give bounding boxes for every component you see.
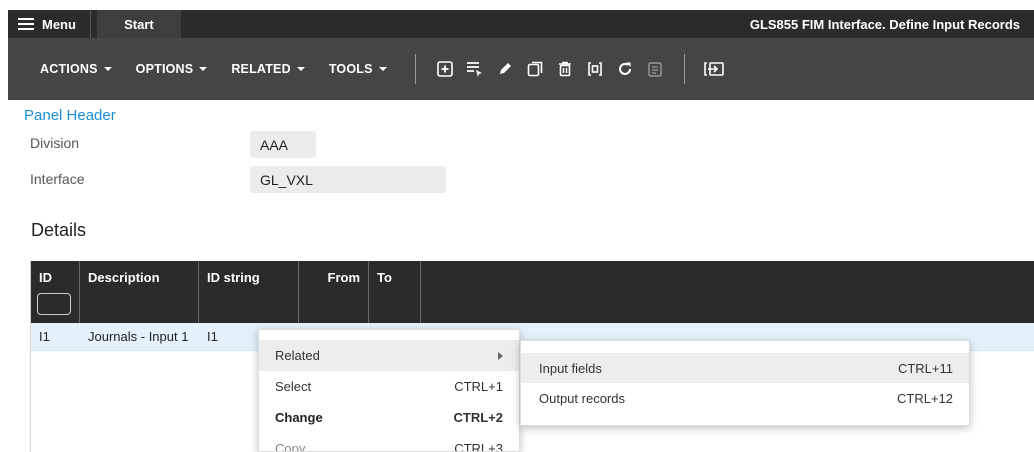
close-panel-icon[interactable]: [699, 54, 729, 84]
chevron-down-icon: [103, 67, 112, 71]
toolbar-divider: [683, 54, 685, 84]
related-menu[interactable]: RELATED: [231, 62, 305, 76]
menu-item-copy[interactable]: Copy CTRL+3: [259, 433, 519, 451]
tab-start[interactable]: Start: [96, 10, 181, 38]
add-icon[interactable]: [430, 54, 460, 84]
column-header-id[interactable]: ID: [31, 261, 80, 323]
interface-field: GL_VXL: [250, 166, 446, 193]
edit-pencil-icon[interactable]: [490, 54, 520, 84]
chevron-down-icon: [378, 67, 387, 71]
column-header-from[interactable]: From: [299, 261, 369, 323]
options-menu[interactable]: OPTIONS: [136, 62, 208, 76]
toolbar-divider: [414, 54, 416, 84]
toolbar: ACTIONS OPTIONS RELATED TOOLS: [8, 38, 1034, 100]
actions-menu[interactable]: ACTIONS: [40, 62, 112, 76]
window-title: GLS855 FIM Interface. Define Input Recor…: [749, 16, 1020, 32]
chevron-down-icon: [199, 67, 208, 71]
top-bar: Menu Start GLS855 FIM Interface. Define …: [8, 10, 1034, 38]
cell-id: I1: [39, 329, 50, 344]
column-header-to[interactable]: To: [369, 261, 421, 323]
menu-label: Menu: [42, 16, 76, 32]
menu-item-output-records[interactable]: Output records CTRL+12: [521, 383, 969, 413]
panel-header-link[interactable]: Panel Header: [24, 107, 116, 124]
delete-icon[interactable]: [550, 54, 580, 84]
copy-icon[interactable]: [520, 54, 550, 84]
hamburger-icon: [18, 18, 34, 30]
menu-item-select[interactable]: Select CTRL+1: [259, 371, 519, 402]
menu-button[interactable]: Menu: [8, 10, 91, 38]
display-icon[interactable]: [580, 54, 610, 84]
column-header-description[interactable]: Description: [80, 261, 199, 323]
notes-icon[interactable]: [640, 54, 670, 84]
related-submenu: Input fields CTRL+11 Output records CTRL…: [520, 340, 970, 426]
context-menu: Related Select CTRL+1 Change CTRL+2 Copy…: [258, 329, 520, 452]
grid-header: ID Description ID string From To: [31, 261, 1034, 323]
select-list-icon[interactable]: [460, 54, 490, 84]
menu-item-input-fields[interactable]: Input fields CTRL+11: [521, 353, 969, 383]
menu-item-related[interactable]: Related: [259, 340, 519, 371]
chevron-down-icon: [296, 67, 305, 71]
interface-label: Interface: [30, 171, 85, 187]
details-title: Details: [31, 220, 87, 240]
division-field: AAA: [250, 131, 316, 158]
id-filter-input[interactable]: [37, 293, 71, 315]
refresh-icon[interactable]: [610, 54, 640, 84]
column-header-id-string[interactable]: ID string: [199, 261, 299, 323]
menu-item-change[interactable]: Change CTRL+2: [259, 402, 519, 433]
division-label: Division: [30, 135, 80, 151]
cell-description: Journals - Input 1: [88, 329, 189, 344]
tools-menu[interactable]: TOOLS: [329, 62, 387, 76]
chevron-right-icon: [498, 351, 503, 360]
